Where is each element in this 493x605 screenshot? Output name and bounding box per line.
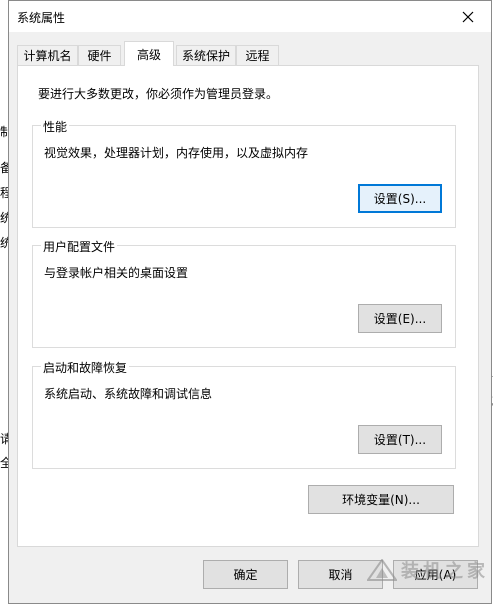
tab-label: 硬件	[87, 49, 112, 63]
apply-button[interactable]: 应用(A)	[393, 560, 478, 589]
group-description: 系统启动、系统故障和调试信息	[44, 387, 213, 401]
group-description: 视觉效果，处理器计划，内存使用，以及虚拟内存	[44, 146, 309, 160]
tab-computer-name[interactable]: 计算机名	[17, 45, 78, 65]
tab-label: 计算机名	[23, 49, 72, 63]
environment-variables-button[interactable]: 环境变量(N)...	[308, 485, 454, 514]
group-title: 用户配置文件	[41, 238, 118, 255]
tab-label: 远程	[245, 49, 270, 63]
user-profiles-settings-button[interactable]: 设置(E)...	[358, 304, 442, 333]
window-title: 系统属性	[17, 11, 66, 25]
tab-advanced[interactable]: 高级	[124, 41, 174, 66]
tab-hardware[interactable]: 硬件	[78, 45, 121, 65]
group-title: 性能	[41, 118, 70, 135]
startup-recovery-settings-button[interactable]: 设置(T)...	[358, 425, 442, 454]
startup-recovery-group: 启动和故障恢复 系统启动、系统故障和调试信息 设置(T)...	[32, 359, 456, 469]
ok-button[interactable]: 确定	[203, 560, 288, 589]
close-icon	[462, 11, 474, 22]
performance-group: 性能 视觉效果，处理器计划，内存使用，以及虚拟内存 设置(S)...	[32, 118, 456, 228]
advanced-tab-panel: 要进行大多数更改，你必须作为管理员登录。 性能 视觉效果，处理器计划，内存使用，…	[17, 65, 479, 547]
tab-label: 系统保护	[181, 49, 230, 63]
tab-remote[interactable]: 远程	[236, 45, 279, 65]
system-properties-dialog: 系统属性 计算机名 硬件 高级 系统保护 远程 要进行大多数更改，你必须作为管理…	[8, 0, 492, 604]
group-description: 与登录帐户相关的桌面设置	[44, 266, 189, 280]
tab-label: 高级	[136, 47, 161, 62]
user-profiles-group: 用户配置文件 与登录帐户相关的桌面设置 设置(E)...	[32, 238, 456, 348]
cancel-button[interactable]: 取消	[298, 560, 383, 589]
title-bar: 系统属性	[9, 1, 491, 32]
performance-settings-button[interactable]: 设置(S)...	[358, 184, 442, 213]
tab-system-protection[interactable]: 系统保护	[176, 45, 236, 65]
close-button[interactable]	[445, 1, 491, 32]
admin-notice: 要进行大多数更改，你必须作为管理员登录。	[38, 87, 279, 101]
group-title: 启动和故障恢复	[41, 359, 130, 376]
